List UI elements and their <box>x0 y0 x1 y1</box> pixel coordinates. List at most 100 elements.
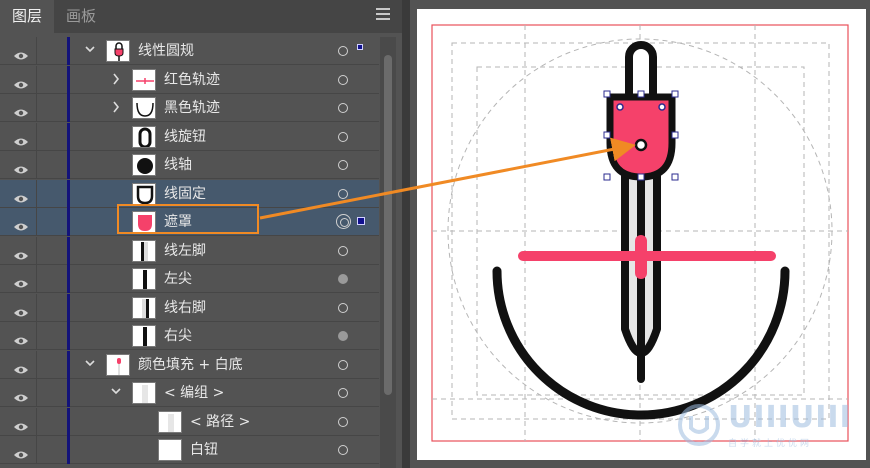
layer-thumbnail <box>158 439 182 461</box>
eye-icon[interactable] <box>13 246 29 259</box>
target-circle-icon[interactable] <box>338 160 348 170</box>
layer-name[interactable]: 线右脚 <box>164 294 206 322</box>
eye-icon[interactable] <box>13 75 29 88</box>
layer-row[interactable]: 线轴 <box>0 151 379 179</box>
chevron-right-icon[interactable] <box>110 70 122 88</box>
lock-column[interactable] <box>36 379 37 407</box>
layer-name[interactable]: < 编组 > <box>164 379 224 407</box>
layer-name[interactable]: < 路径 > <box>190 408 250 436</box>
eye-icon[interactable] <box>13 46 29 60</box>
layer-name[interactable]: 红色轨迹 <box>164 66 220 94</box>
layer-color-bar <box>67 208 70 236</box>
lock-column[interactable] <box>36 322 37 350</box>
eye-icon[interactable] <box>13 132 29 145</box>
target-circle-icon[interactable] <box>338 388 348 398</box>
layer-row[interactable]: 线旋钮 <box>0 122 379 151</box>
layer-name[interactable]: 线旋钮 <box>164 123 206 151</box>
tab-artboards[interactable]: 画板 <box>56 0 106 33</box>
chevron-right-icon[interactable] <box>110 98 122 116</box>
eye-icon[interactable] <box>13 417 29 430</box>
tab-layers[interactable]: 图层 <box>0 0 54 33</box>
layer-name[interactable]: 线左脚 <box>164 237 206 265</box>
target-circle-icon[interactable] <box>338 359 348 370</box>
artwork <box>431 24 849 442</box>
layer-row[interactable]: 颜色填充 + 白底 <box>0 350 379 379</box>
eye-icon[interactable] <box>13 103 29 117</box>
compass-pivot <box>634 138 648 152</box>
chevron-down-icon[interactable] <box>84 41 96 59</box>
scrollbar-thumb[interactable] <box>384 55 392 395</box>
lock-column[interactable] <box>36 265 37 293</box>
target-circle-icon[interactable] <box>338 331 348 341</box>
layer-color-bar <box>67 65 70 94</box>
lock-column[interactable] <box>36 122 37 151</box>
chevron-down-icon[interactable] <box>84 355 96 373</box>
eye-icon[interactable] <box>13 360 29 373</box>
target-circle-icon[interactable] <box>336 214 351 229</box>
layer-row[interactable]: 右尖 <box>0 322 379 350</box>
layer-color-bar <box>67 407 70 436</box>
layer-thumbnail <box>132 68 156 91</box>
eye-icon[interactable] <box>13 445 29 459</box>
target-circle-icon[interactable] <box>338 188 348 199</box>
scrollbar[interactable] <box>380 37 396 468</box>
layer-name[interactable]: 线轴 <box>164 151 192 179</box>
layer-row[interactable]: 线性圆规 <box>0 37 379 65</box>
lock-column[interactable] <box>36 436 37 464</box>
lock-column[interactable] <box>36 179 37 208</box>
layer-color-bar <box>67 350 70 379</box>
layer-row[interactable]: 红色轨迹 <box>0 65 379 94</box>
target-circle-icon[interactable] <box>338 274 348 284</box>
layer-row[interactable]: 线左脚 <box>0 236 379 265</box>
layer-thumbnail <box>132 382 156 404</box>
eye-icon[interactable] <box>13 274 29 288</box>
panel-divider[interactable] <box>402 0 410 468</box>
target-circle-icon[interactable] <box>338 103 348 113</box>
lock-column[interactable] <box>36 94 37 122</box>
layer-color-bar <box>67 122 70 151</box>
layer-row[interactable]: < 编组 > <box>0 379 379 407</box>
target-circle-icon[interactable] <box>338 74 348 85</box>
layer-name[interactable]: 黑色轨迹 <box>164 94 220 122</box>
layer-row[interactable]: 左尖 <box>0 265 379 293</box>
lock-column[interactable] <box>36 236 37 265</box>
layer-name[interactable]: 线性圆规 <box>138 37 194 65</box>
target-circle-icon[interactable] <box>338 302 348 313</box>
layer-name[interactable]: 白钮 <box>190 436 218 464</box>
layer-row[interactable]: < 路径 > <box>0 407 379 436</box>
selection-indicator <box>357 217 365 225</box>
layer-name[interactable]: 左尖 <box>164 265 192 293</box>
eye-icon[interactable] <box>13 217 29 231</box>
layer-color-bar <box>67 151 70 179</box>
target-circle-icon[interactable] <box>338 46 348 56</box>
lock-column[interactable] <box>36 350 37 379</box>
hamburger-menu-icon[interactable] <box>376 8 390 20</box>
panel-tabs: 图层 画板 <box>0 0 402 33</box>
chevron-down-icon[interactable] <box>110 383 122 401</box>
layer-thumbnail <box>132 268 156 290</box>
target-circle-icon[interactable] <box>338 416 348 427</box>
eye-icon[interactable] <box>13 160 29 174</box>
layer-row[interactable]: 线右脚 <box>0 293 379 322</box>
watermark: UIIIUIII 自学就上优优网 <box>676 398 856 458</box>
lock-column[interactable] <box>36 293 37 322</box>
lock-column[interactable] <box>36 65 37 94</box>
lock-column[interactable] <box>36 208 37 236</box>
eye-icon[interactable] <box>13 331 29 345</box>
lock-column[interactable] <box>36 37 37 65</box>
eye-icon[interactable] <box>13 189 29 202</box>
layer-row[interactable]: 白钮 <box>0 436 379 464</box>
eye-icon[interactable] <box>13 303 29 316</box>
target-circle-icon[interactable] <box>338 245 348 256</box>
eye-icon[interactable] <box>13 388 29 402</box>
selection-indicator <box>357 44 363 50</box>
lock-column[interactable] <box>36 151 37 179</box>
layer-row[interactable]: 黑色轨迹 <box>0 94 379 122</box>
layer-thumbnail <box>132 97 156 119</box>
layer-name[interactable]: 颜色填充 + 白底 <box>138 351 243 379</box>
target-circle-icon[interactable] <box>338 445 348 455</box>
target-circle-icon[interactable] <box>338 131 348 142</box>
lock-column[interactable] <box>36 407 37 436</box>
layer-name[interactable]: 右尖 <box>164 322 192 350</box>
artboard[interactable] <box>417 9 866 460</box>
